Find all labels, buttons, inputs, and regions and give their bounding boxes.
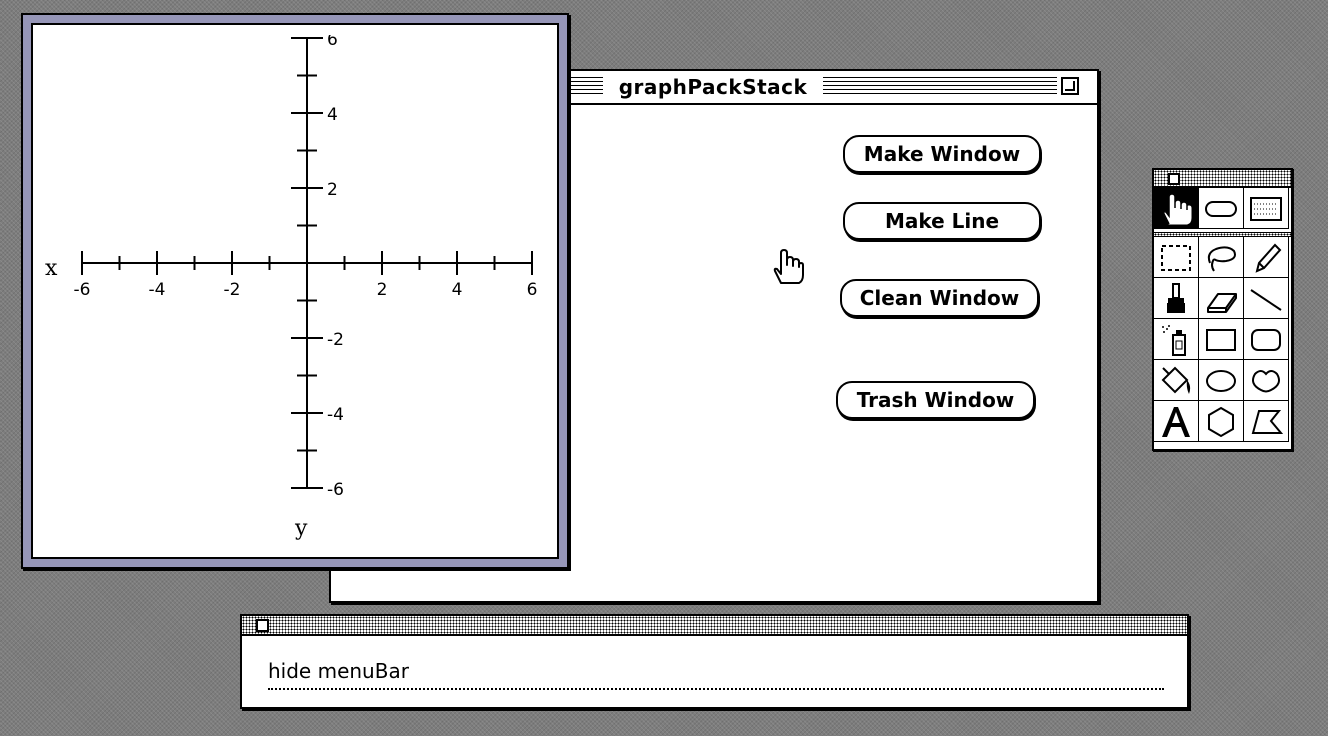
tools-palette-titlebar[interactable] [1154, 170, 1291, 188]
select-tool[interactable] [1154, 237, 1199, 278]
hand-cursor-icon [773, 249, 804, 284]
x-tick-label: 2 [377, 280, 388, 300]
bucket-icon [1161, 366, 1191, 394]
graph-window[interactable]: -6 -4 -2 2 4 6 6 4 2 -2 -4 -6 x y [21, 13, 569, 569]
tools-palette[interactable] [1152, 168, 1293, 451]
browse-tool[interactable] [1154, 188, 1199, 229]
message-box: hide menuBar [240, 614, 1189, 709]
y-tick-label: 2 [327, 180, 338, 200]
y-axis-label: y [294, 516, 308, 541]
eraser-icon [1207, 293, 1237, 313]
close-box-icon[interactable] [1168, 173, 1180, 185]
x-tick-label: -2 [224, 280, 241, 300]
spray-can-tool[interactable] [1154, 319, 1199, 360]
trash-window-button[interactable]: Trash Window [836, 381, 1035, 419]
rectangle-icon [1206, 329, 1236, 351]
regular-polygon-tool[interactable] [1199, 401, 1244, 442]
oval-icon [1206, 370, 1236, 392]
curve-tool[interactable] [1244, 360, 1289, 401]
spray-can-icon [1162, 325, 1186, 356]
bucket-tool[interactable] [1154, 360, 1199, 401]
x-tick-label: -6 [74, 280, 91, 300]
coordinate-axes: -6 -4 -2 2 4 6 6 4 2 -2 -4 -6 x y [45, 35, 538, 541]
x-tick-label: -4 [149, 280, 166, 300]
polygon-icon [1251, 410, 1283, 434]
make-line-button[interactable]: Make Line [843, 202, 1041, 240]
select-icon [1161, 245, 1191, 271]
round-rectangle-icon [1251, 329, 1281, 351]
x-tick-label: 4 [452, 280, 463, 300]
button-tool[interactable] [1199, 188, 1244, 229]
curve-icon [1252, 370, 1280, 393]
y-tick-label: -6 [327, 480, 344, 500]
y-tick-label: 6 [327, 35, 338, 50]
make-window-button[interactable]: Make Window [843, 135, 1041, 173]
text-tool[interactable] [1154, 401, 1199, 442]
pencil-tool[interactable] [1244, 237, 1289, 278]
oval-tool[interactable] [1199, 360, 1244, 401]
field-tool-icon [1250, 197, 1282, 221]
line-tool[interactable] [1244, 278, 1289, 319]
round-rectangle-tool[interactable] [1244, 319, 1289, 360]
button-tool-icon [1205, 201, 1237, 217]
text-icon [1162, 407, 1190, 437]
stack-window-title: graphPackStack [603, 74, 823, 100]
brush-tool[interactable] [1154, 278, 1199, 319]
line-icon [1250, 289, 1282, 311]
brush-icon [1167, 283, 1185, 313]
x-axis-label: x [45, 256, 58, 281]
message-input[interactable]: hide menuBar [268, 656, 1164, 690]
field-tool[interactable] [1244, 188, 1289, 229]
y-tick-label: -2 [327, 330, 344, 350]
regular-polygon-icon [1208, 406, 1234, 438]
pencil-icon [1255, 243, 1282, 273]
browse-hand-icon [1163, 193, 1192, 225]
zoom-box-icon[interactable] [1061, 77, 1079, 95]
polygon-tool[interactable] [1244, 401, 1289, 442]
y-tick-label: -4 [327, 405, 344, 425]
axes-tick-labels: -6 -4 -2 2 4 6 6 4 2 -2 -4 -6 [74, 35, 538, 500]
x-tick-label: 6 [527, 280, 538, 300]
message-box-titlebar[interactable] [242, 616, 1187, 636]
y-tick-label: 4 [327, 105, 338, 125]
clean-window-button[interactable]: Clean Window [840, 279, 1039, 317]
lasso-tool[interactable] [1199, 237, 1244, 278]
eraser-tool[interactable] [1199, 278, 1244, 319]
lasso-icon [1207, 246, 1236, 272]
axes-lines [82, 37, 532, 489]
rectangle-tool[interactable] [1199, 319, 1244, 360]
close-box-icon[interactable] [256, 619, 269, 632]
graph-canvas: -6 -4 -2 2 4 6 6 4 2 -2 -4 -6 x y [31, 23, 559, 559]
